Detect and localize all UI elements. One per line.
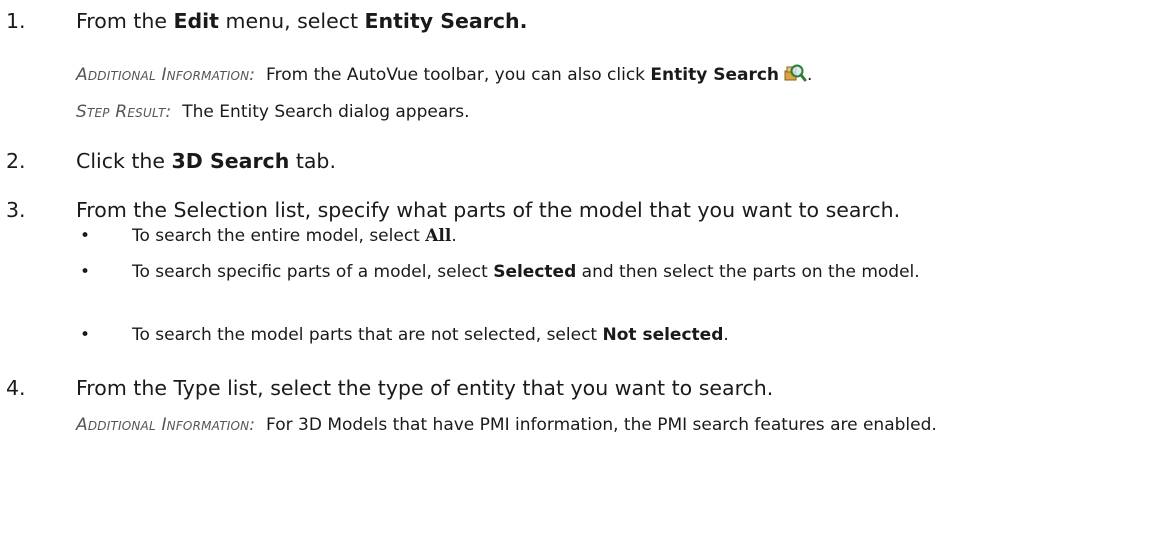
- step-result-note: Step Result: The Entity Search dialog ap…: [76, 102, 470, 122]
- note-lead: Additional Information:: [76, 65, 256, 85]
- step-number: 1.: [6, 9, 26, 33]
- step-instruction: Click the 3D Search tab.: [76, 149, 336, 173]
- procedure-document: 1. From the Edit menu, select Entity Sea…: [0, 0, 1170, 537]
- step-number: 3.: [6, 198, 26, 222]
- entity-search-icon: [783, 62, 807, 84]
- note-lead: Additional Information:: [76, 415, 256, 435]
- option-name: Selected: [493, 262, 577, 282]
- step-number: 2.: [6, 149, 26, 173]
- list-item: To search the model parts that are not s…: [132, 325, 729, 345]
- menu-name: Edit: [173, 9, 219, 33]
- command-name: Entity Search.: [364, 9, 528, 33]
- step-instruction: From the Edit menu, select Entity Search…: [76, 9, 528, 33]
- option-name: Not selected: [602, 325, 724, 345]
- step-instruction: From the Selection list, specify what pa…: [76, 198, 901, 222]
- command-name: Entity Search: [650, 65, 780, 85]
- list-item: To search specific parts of a model, sel…: [132, 262, 920, 282]
- bullet-marker: •: [80, 226, 91, 246]
- option-name: All: [425, 226, 452, 246]
- note-lead: Step Result:: [76, 102, 172, 122]
- additional-information-note: Additional Information: For 3D Models th…: [76, 415, 937, 435]
- bullet-marker: •: [80, 262, 91, 282]
- tab-name: 3D Search: [171, 149, 290, 173]
- step-number: 4.: [6, 376, 26, 400]
- additional-information-note: Additional Information: From the AutoVue…: [76, 62, 812, 88]
- list-item: To search the entire model, select All.: [132, 226, 457, 246]
- bullet-marker: •: [80, 325, 91, 345]
- step-instruction: From the Type list, select the type of e…: [76, 376, 774, 400]
